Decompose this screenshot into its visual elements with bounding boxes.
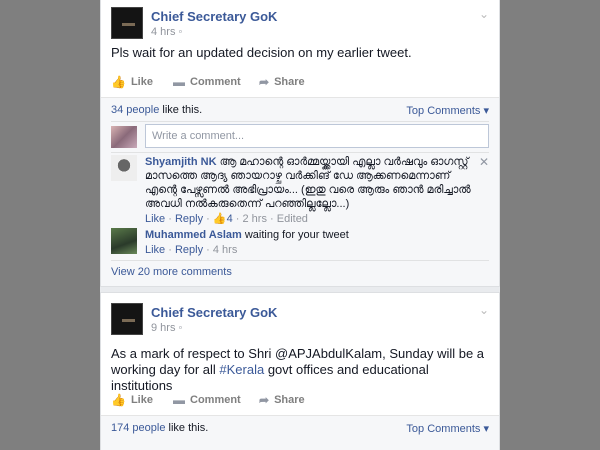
left-gray-margin <box>0 0 100 450</box>
likes-summary: 34 people like this. Top Comments ▾ <box>111 104 489 117</box>
comment-input[interactable]: Write a comment... <box>145 124 489 148</box>
comment-button[interactable]: ▬ Comment <box>173 393 241 407</box>
top-comments-dropdown[interactable]: Top Comments ▾ <box>406 422 489 435</box>
close-icon[interactable]: ✕ <box>479 155 489 169</box>
post-timestamp[interactable]: 4 hrs ◦ <box>151 26 182 38</box>
thumbs-up-icon: 👍 <box>111 393 126 407</box>
divider <box>111 260 489 261</box>
commenter-name[interactable]: Muhammed Aslam <box>145 229 242 241</box>
top-comments-dropdown[interactable]: Top Comments ▾ <box>406 104 489 117</box>
commenter-avatar[interactable] <box>111 228 137 254</box>
share-arrow-icon: ➦ <box>259 393 270 407</box>
write-comment-row: Write a comment... <box>111 124 489 152</box>
share-button[interactable]: ➦ Share <box>259 75 305 89</box>
caret-down-icon: ▾ <box>483 105 489 117</box>
commenter-avatar[interactable] <box>111 155 137 181</box>
comment-meta: Like · Reply · 4 hrs <box>145 244 238 256</box>
share-button[interactable]: ➦ Share <box>259 393 305 407</box>
post-card: Chief Secretary GoK 9 hrs ◦ ⌄ As a mark … <box>100 292 500 450</box>
comment-text: waiting for your tweet <box>244 229 349 241</box>
comment-button[interactable]: ▬ Comment <box>173 75 241 89</box>
comment: Shyamjith NK ആ മഹാന്റെ ഓർമ്മയ്ക്കായി എല്… <box>111 155 489 225</box>
user-avatar <box>111 126 137 148</box>
post-actions: 👍 Like ▬ Comment ➦ Share <box>111 393 489 413</box>
view-more-comments-link[interactable]: View 20 more comments <box>111 266 232 278</box>
post-header: Chief Secretary GoK 4 hrs ◦ ⌄ <box>111 7 489 43</box>
page-avatar[interactable] <box>111 303 143 335</box>
chevron-down-icon[interactable]: ⌄ <box>479 7 489 21</box>
caret-down-icon: ▾ <box>483 423 489 435</box>
like-button[interactable]: 👍 Like <box>111 393 153 407</box>
hashtag-link[interactable]: #Kerala <box>219 362 264 377</box>
like-button[interactable]: 👍 Like <box>111 75 153 89</box>
share-arrow-icon: ➦ <box>259 75 270 89</box>
comment-reply-link[interactable]: Reply <box>175 213 203 225</box>
post-card: Chief Secretary GoK 4 hrs ◦ ⌄ Pls wait f… <box>100 0 500 287</box>
comment-like-link[interactable]: Like <box>145 244 165 256</box>
post-text: As a mark of respect to Shri @APJAbdulKa… <box>111 346 485 393</box>
speech-bubble-icon: ▬ <box>173 393 185 407</box>
speech-bubble-icon: ▬ <box>173 75 185 89</box>
comment: Muhammed Aslam waiting for your tweet Li… <box>111 228 489 260</box>
page-avatar[interactable] <box>111 7 143 39</box>
comment-like-link[interactable]: Like <box>145 213 165 225</box>
post-actions: 👍 Like ▬ Comment ➦ Share <box>111 75 489 95</box>
post-timestamp[interactable]: 9 hrs ◦ <box>151 322 182 334</box>
globe-icon: ◦ <box>178 322 183 334</box>
divider <box>111 121 489 122</box>
page-name-link[interactable]: Chief Secretary GoK <box>151 9 277 24</box>
chevron-down-icon[interactable]: ⌄ <box>479 303 489 317</box>
thumbs-up-icon: 👍 <box>111 75 126 89</box>
news-feed: Chief Secretary GoK 4 hrs ◦ ⌄ Pls wait f… <box>100 0 500 450</box>
thumbs-up-icon: 👍 <box>212 213 227 225</box>
comment-like-count[interactable]: 👍4 <box>213 213 233 225</box>
comment-body: Muhammed Aslam waiting for your tweet Li… <box>145 228 475 257</box>
comment-body: Shyamjith NK ആ മഹാന്റെ ഓർമ്മയ്ക്കായി എല്… <box>145 155 475 226</box>
comment-meta: Like · Reply · 👍4 · 2 hrs · Edited <box>145 213 308 225</box>
post-header: Chief Secretary GoK 9 hrs ◦ ⌄ <box>111 303 489 339</box>
comments-section: 174 people like this. Top Comments ▾ <box>101 415 499 450</box>
page-name-link[interactable]: Chief Secretary GoK <box>151 305 277 320</box>
likes-summary: 174 people like this. Top Comments ▾ <box>111 422 489 435</box>
comment-reply-link[interactable]: Reply <box>175 244 203 256</box>
likes-count-link[interactable]: 34 people <box>111 104 159 116</box>
comments-section: 34 people like this. Top Comments ▾ Writ… <box>101 97 499 286</box>
likes-count-link[interactable]: 174 people <box>111 422 165 434</box>
globe-icon: ◦ <box>178 26 183 38</box>
right-gray-margin <box>500 0 600 450</box>
commenter-name[interactable]: Shyamjith NK <box>145 156 217 168</box>
divider <box>111 152 489 153</box>
post-text: Pls wait for an updated decision on my e… <box>111 45 412 60</box>
